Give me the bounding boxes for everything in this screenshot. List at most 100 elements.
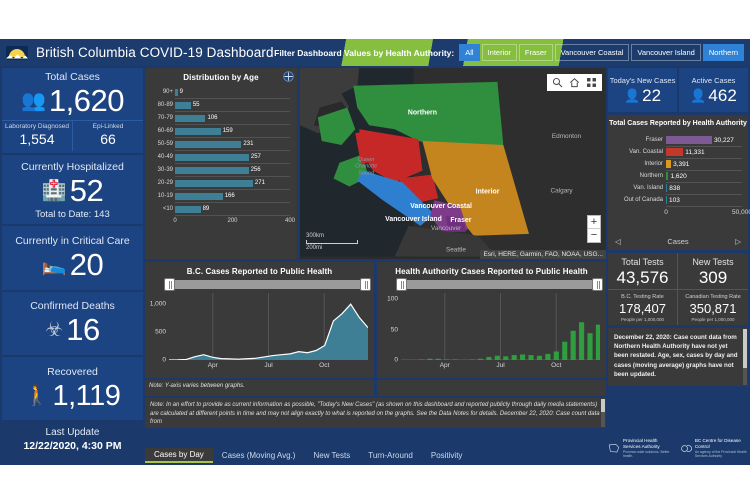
chart-notes-row: Note: Y-axis varies between graphs. — [145, 380, 606, 396]
map-scale-bar: 300km 200mi — [306, 233, 358, 251]
y-tick-label: 1,000 — [149, 300, 166, 308]
prev-arrow-icon[interactable]: ◁ — [615, 237, 621, 246]
age-category-label: 80-89 — [157, 102, 173, 108]
phsa-logo: Provincial Health Services Authority Pro… — [608, 438, 671, 459]
lab-diagnosed-cell: Laboratory Diagnosed 1,554 — [2, 121, 73, 151]
tab-positivity[interactable]: Positivity — [422, 448, 472, 463]
age-bar-value: 159 — [222, 128, 233, 134]
age-panel-title: Distribution by Age — [183, 73, 259, 82]
confirmed-deaths-card: Confirmed Deaths ☣ 16 — [2, 291, 143, 355]
ha-cases-chart-title: Health Authority Cases Reported to Publi… — [395, 267, 588, 276]
data-notice-scrollbar[interactable] — [743, 329, 747, 385]
active-cases-title: Active Cases — [691, 75, 736, 85]
slider-handle-left[interactable] — [164, 278, 175, 291]
hospitalized-card: Currently Hospitalized 🏥 52 Total to Dat… — [2, 155, 143, 225]
home-icon[interactable] — [569, 77, 580, 88]
ha-bar-row: Interior 3,391 — [644, 159, 742, 171]
tab-cases-by-day[interactable]: Cases by Day — [145, 448, 213, 463]
age-bar-value: 89 — [202, 206, 210, 212]
long-note-scrollbar[interactable] — [601, 399, 605, 427]
canadian-testing-rate-sub: People per 1,000,000 — [691, 316, 735, 322]
map-zoom-out-button[interactable]: − — [588, 229, 600, 242]
confirmed-deaths-value: 16 — [66, 312, 100, 348]
age-bar-row: 70-79 106 — [158, 112, 290, 125]
bar — [469, 359, 475, 360]
canadian-testing-rate-label: Canadian Testing Rate — [685, 293, 741, 300]
age-category-label: 50-59 — [157, 141, 173, 147]
last-update-value: 12/22/2020, 4:30 PM — [23, 440, 122, 453]
search-icon[interactable] — [552, 77, 563, 88]
bar — [579, 322, 585, 360]
age-bar-row: 20-29 271 — [158, 177, 290, 190]
recovered-card: Recovered 🚶 1,119 — [2, 356, 143, 421]
age-bar — [175, 114, 206, 122]
ha-bar-value: 11,331 — [685, 148, 705, 156]
age-category-label: 40-49 — [157, 154, 173, 160]
hospital-bed-icon: 🛌 — [41, 253, 67, 276]
filter-button-vancouver-coastal[interactable]: Vancouver Coastal — [554, 44, 630, 61]
age-category-label: 30-39 — [157, 167, 173, 173]
next-arrow-icon[interactable]: ▷ — [735, 237, 741, 246]
bar — [418, 359, 425, 360]
slider-handle-left-2[interactable] — [396, 278, 407, 291]
critical-care-value: 20 — [69, 246, 104, 282]
center-column: Distribution by Age 90+ 9 80-89 55 70-79 106 6… — [145, 68, 606, 463]
bc-cases-time-slider[interactable] — [164, 278, 371, 291]
ha-category-label: Van. Island — [633, 185, 663, 192]
filter-button-fraser[interactable]: Fraser — [518, 44, 553, 61]
bccdc-tagline: An agency of the Provincial Health Servi… — [694, 449, 747, 459]
age-bar — [175, 101, 191, 109]
filter-button-interior[interactable]: Interior — [481, 44, 517, 61]
slider-handle-right-2[interactable] — [592, 278, 603, 291]
ha-bar-row: Out of Canada 103 — [624, 195, 742, 207]
tab-turn-around[interactable]: Turn-Around — [359, 448, 422, 463]
ha-bar-row: Fraser 30,227 — [646, 135, 742, 147]
phsa-map-icon — [608, 443, 620, 452]
x-tick-label: Oct — [551, 362, 562, 369]
map-label-fraser: Fraser — [450, 217, 471, 224]
bar — [570, 330, 576, 360]
bar — [511, 355, 517, 360]
recovered-title: Recovered — [47, 365, 98, 378]
expand-icon[interactable] — [283, 71, 294, 82]
map-scale-km: 300km — [306, 233, 325, 239]
ha-bar — [666, 196, 667, 205]
filter-button-northern[interactable]: Northern — [702, 44, 744, 61]
age-distribution-panel: Distribution by Age 90+ 9 80-89 55 70-79 106 6… — [145, 68, 297, 259]
y-tick-label: 100 — [387, 295, 398, 303]
filter-button-all[interactable]: All — [459, 44, 480, 61]
new-tests-value: 309 — [698, 267, 728, 287]
hospitalized-title: Currently Hospitalized — [21, 160, 124, 173]
age-bar-row: 10-19 166 — [158, 190, 290, 203]
data-notice-panel: December 22, 2020: Case count data from … — [608, 328, 748, 386]
age-bars: 90+ 9 80-89 55 70-79 106 60-69 159 50-59 231 40-49… — [158, 86, 290, 216]
age-bar — [175, 205, 201, 213]
tab-new-tests[interactable]: New Tests — [304, 448, 359, 463]
slider-handle-right[interactable] — [360, 278, 371, 291]
testing-stats-panel: Total Tests 43,576 New Tests 309 B.C. Te… — [608, 253, 748, 325]
age-bar — [175, 153, 249, 161]
bc-testing-rate-label: B.C. Testing Rate — [621, 293, 664, 300]
total-tests-label: Total Tests — [621, 256, 664, 267]
bar — [562, 341, 568, 360]
canadian-testing-rate-cell: Canadian Testing Rate 350,871 People per… — [678, 290, 748, 325]
dashboard-long-note: Note: In an effort to provide as current… — [145, 398, 606, 428]
ha-cases-time-slider[interactable] — [396, 278, 603, 291]
map-label-calgary: Calgary — [551, 187, 574, 194]
age-bar-row: 40-49 257 — [158, 151, 290, 164]
age-category-label: <10 — [162, 206, 173, 212]
bar — [545, 353, 551, 360]
map-zoom-in-button[interactable]: + — [588, 216, 600, 229]
ha-x-tick: 50,000 — [732, 209, 750, 216]
tab-cases-moving-avg[interactable]: Cases (Moving Avg.) — [213, 448, 305, 463]
basemap-grid-icon[interactable] — [586, 77, 597, 88]
lab-diagnosed-value: 1,554 — [19, 131, 55, 147]
bc-testing-rate-value: 178,407 — [619, 300, 666, 316]
filter-button-vancouver-island[interactable]: Vancouver Island — [631, 44, 701, 61]
age-bar — [175, 127, 221, 135]
health-authority-map[interactable]: Northern Interior Vancouver Coastal Vanc… — [300, 68, 606, 259]
ha-category-label: Van. Coastal — [629, 149, 663, 156]
age-x-axis: 0 200 400 — [173, 218, 295, 230]
filter-label: Filter Dashboard Values by Health Author… — [274, 47, 455, 58]
age-bar — [175, 179, 253, 187]
